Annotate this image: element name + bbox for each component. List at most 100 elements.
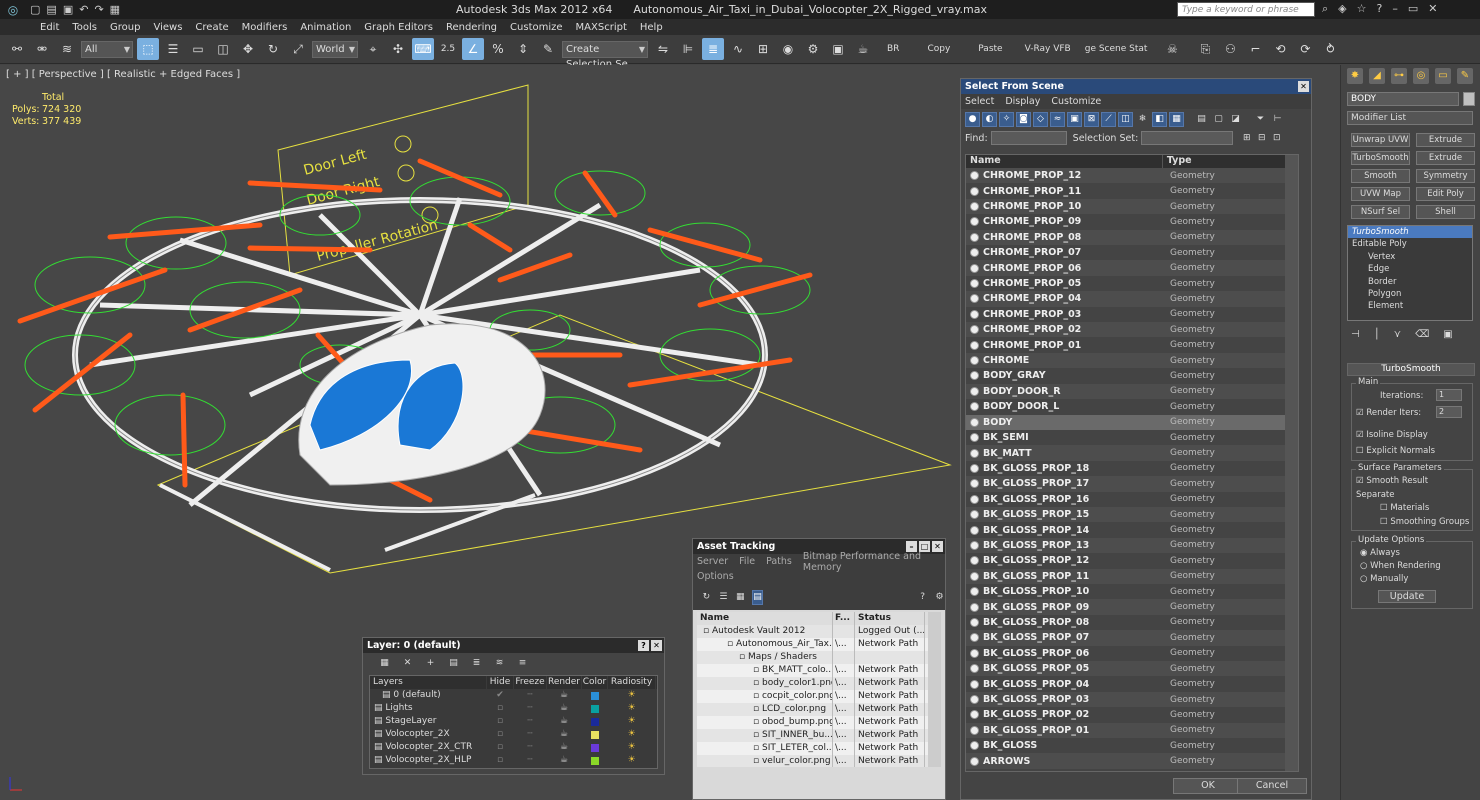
layer-color-swatch[interactable] <box>582 689 608 702</box>
asset-row[interactable]: ▫ Maps / Shaders <box>697 651 941 664</box>
rig-icon[interactable]: ⟳ <box>1294 38 1316 60</box>
display-tab-icon[interactable]: ▭ <box>1435 68 1451 84</box>
layer-radiosity-icon[interactable]: ☀ <box>608 702 656 715</box>
uvw-map-button[interactable]: UVW Map <box>1351 187 1410 201</box>
menu-rendering[interactable]: Rendering <box>446 22 497 33</box>
render-iters-checkbox[interactable]: ☑ <box>1356 408 1364 418</box>
layer-render-toggle[interactable]: ☕ <box>547 728 582 741</box>
link-icon[interactable]: ⚯ <box>6 38 28 60</box>
asset-menu-paths[interactable]: Paths <box>766 556 792 567</box>
layer-row[interactable]: ▤ Volocopter_2X_CTR ▫ ┄ ☕ ☀ <box>370 741 657 754</box>
project-icon[interactable]: ▦ <box>110 3 120 16</box>
asset-row[interactable]: ▫ velur_color.png \... Network Path <box>697 755 941 767</box>
unwrap-uvw-button[interactable]: Unwrap UVW <box>1351 133 1410 147</box>
motion-tab-icon[interactable]: ◎ <box>1413 68 1429 84</box>
layer-hide-toggle[interactable]: ▫ <box>487 702 514 715</box>
grid-view-icon[interactable]: ▤ <box>751 589 764 605</box>
render-setup-icon[interactable]: ⚙ <box>802 38 824 60</box>
sfs-row[interactable]: BK_GLOSS_PROP_13 Geometry <box>966 537 1298 554</box>
extrude-button[interactable]: Extrude <box>1416 133 1475 147</box>
maximize-icon[interactable]: ▭ <box>1408 2 1418 16</box>
sfs-row[interactable]: BK_SEMI Geometry <box>966 429 1298 446</box>
sfs-row[interactable]: BK_GLOSS_PROP_08 Geometry <box>966 614 1298 631</box>
layer-color-swatch[interactable] <box>582 754 608 767</box>
selection-set-select[interactable] <box>1141 131 1234 145</box>
sfs-row[interactable]: BK_GLOSS_PROP_09 Geometry <box>966 599 1298 615</box>
make-unique-icon[interactable]: ⋎ <box>1394 329 1401 340</box>
refresh-icon[interactable]: ↻ <box>701 590 712 605</box>
table-icon[interactable]: ▦ <box>735 590 746 605</box>
layer-hide-toggle[interactable]: ▫ <box>487 741 514 754</box>
paste-button[interactable]: Paste <box>978 44 1002 54</box>
sfs-row[interactable]: BODY Geometry <box>966 414 1298 430</box>
layer-radiosity-icon[interactable]: ☀ <box>608 728 656 741</box>
asset-row[interactable]: ▫ SIT_LETER_col... \... Network Path <box>697 742 941 755</box>
utilities-tab-icon[interactable]: ✎ <box>1457 68 1473 84</box>
menu-create[interactable]: Create <box>195 22 228 33</box>
keyboard-shortcut-icon[interactable]: ⌨ <box>412 38 434 60</box>
filter-funnel-icon[interactable]: ⏷ <box>1253 112 1268 127</box>
subscription-icon[interactable]: ◈ <box>1338 2 1346 16</box>
menu-tools[interactable]: Tools <box>72 22 97 33</box>
materials-checkbox[interactable]: ☐ <box>1380 503 1388 513</box>
filter-cameras-icon[interactable]: ◙ <box>1016 111 1031 127</box>
sfs-row[interactable]: BK_GLOSS_PROP_05 Geometry <box>966 661 1298 677</box>
asset-row[interactable]: ▫ LCD_color.png \... Network Path <box>697 703 941 716</box>
sfs-row[interactable]: BK_GLOSS_PROP_01 Geometry <box>966 722 1298 739</box>
sfs-row[interactable]: CHROME_PROP_12 Geometry <box>966 168 1298 184</box>
sfs-row[interactable]: BODY_DOOR_R Geometry <box>966 383 1298 400</box>
filter-xrefs-icon[interactable]: ⊠ <box>1084 111 1099 127</box>
explicit-normals-checkbox[interactable]: ☐ <box>1356 446 1364 456</box>
menu-animation[interactable]: Animation <box>300 22 351 33</box>
hierarchy-icon[interactable]: ⊢ <box>1270 112 1285 127</box>
modifier-list-select[interactable]: Modifier List <box>1347 111 1473 125</box>
create-tab-icon[interactable]: ✸ <box>1347 68 1363 84</box>
nsurf-sel-button[interactable]: NSurf Sel <box>1351 205 1410 219</box>
col-layers[interactable]: Layers <box>370 676 487 689</box>
stack-edge[interactable]: Edge <box>1348 263 1472 275</box>
update-button[interactable]: Update <box>1378 590 1436 603</box>
rig2-icon[interactable]: ⥁ <box>1319 38 1341 60</box>
sfs-menu-select[interactable]: Select <box>965 96 994 107</box>
layer-color-swatch[interactable] <box>582 715 608 728</box>
stack-vertex[interactable]: Vertex <box>1348 251 1472 263</box>
asset-col-name[interactable]: Name <box>697 612 833 625</box>
br-button[interactable]: BR <box>887 44 899 54</box>
search-input[interactable]: Type a keyword or phrase <box>1177 2 1315 17</box>
open-file-icon[interactable]: ▤ <box>46 3 56 16</box>
freeze-all-icon[interactable]: ≡ <box>515 656 530 671</box>
col-radiosity[interactable]: Radiosity <box>608 676 656 689</box>
layer-freeze-toggle[interactable]: ┄ <box>514 715 547 728</box>
layer-radiosity-icon[interactable]: ☀ <box>608 715 656 728</box>
stack-polygon[interactable]: Polygon <box>1348 288 1472 300</box>
pin-stack-icon[interactable]: ⊣ <box>1351 329 1360 340</box>
sfs-menu-customize[interactable]: Customize <box>1051 96 1101 107</box>
filter-groups-icon[interactable]: ▣ <box>1067 111 1082 127</box>
filter-containers-icon[interactable]: ◫ <box>1118 111 1133 127</box>
new-layer-icon[interactable]: ▦ <box>377 656 392 671</box>
configure-sets-icon[interactable]: ▣ <box>1443 329 1452 340</box>
select-move-icon[interactable]: ✥ <box>237 38 259 60</box>
layer-color-swatch[interactable] <box>582 741 608 754</box>
window-crossing-icon[interactable]: ◫ <box>212 38 234 60</box>
layer-render-toggle[interactable]: ☕ <box>547 754 582 767</box>
copy-button[interactable]: Copy <box>927 44 950 54</box>
sfs-title-bar[interactable]: Select From Scene ✕ <box>961 79 1311 94</box>
sfs-row[interactable]: BK_GLOSS_PROP_15 Geometry <box>966 506 1298 523</box>
door-right-control[interactable] <box>397 164 415 182</box>
rect-region-icon[interactable]: ▭ <box>187 38 209 60</box>
highlight-layer-icon[interactable]: ≣ <box>469 656 484 671</box>
asset-row[interactable]: ▫ body_color1.png \... Network Path <box>697 677 941 690</box>
asset-row[interactable]: ▫ obod_bump.png \... Network Path <box>697 716 941 729</box>
filter-geometry-icon[interactable]: ● <box>965 111 980 127</box>
layer-hide-toggle[interactable]: ✔ <box>487 689 514 702</box>
layer-color-swatch[interactable] <box>582 728 608 741</box>
ref-coord-select[interactable]: World <box>312 40 358 58</box>
extrude-button-2[interactable]: Extrude <box>1416 151 1475 165</box>
ok-button[interactable]: OK <box>1173 778 1243 794</box>
layer-freeze-toggle[interactable]: ┄ <box>514 689 547 702</box>
hierarchy-tab-icon[interactable]: ⊶ <box>1391 68 1407 84</box>
curve-editor-icon[interactable]: ∿ <box>727 38 749 60</box>
layer-close-icon[interactable]: ✕ <box>651 640 662 651</box>
sfs-row[interactable]: BK_GLOSS_PROP_14 Geometry <box>966 522 1298 538</box>
